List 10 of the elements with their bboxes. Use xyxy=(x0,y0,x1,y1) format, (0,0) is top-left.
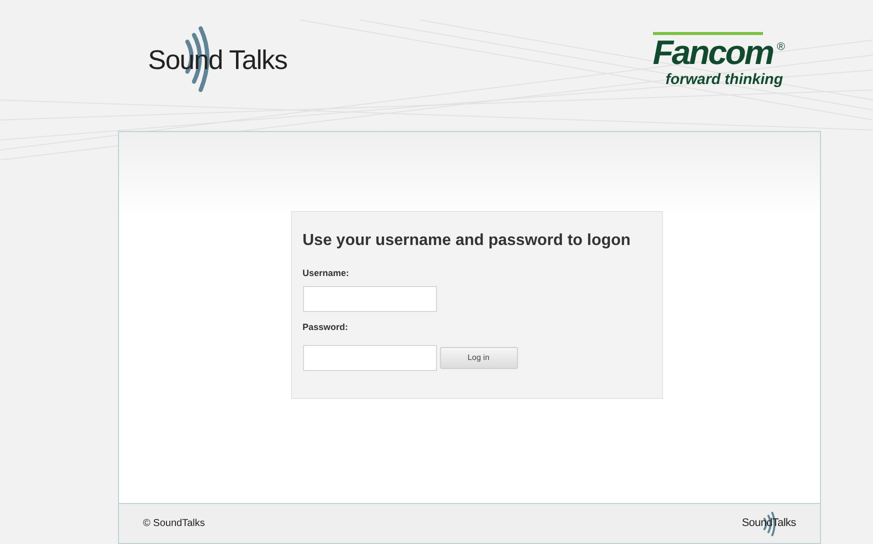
copyright-text: © SoundTalks xyxy=(143,517,205,531)
input-field[interactable] xyxy=(302,286,436,312)
field-label: Username: xyxy=(302,267,350,280)
field-label: Password: xyxy=(302,320,350,334)
input-field[interactable] xyxy=(302,345,436,371)
logo-text: Fancom xyxy=(652,35,773,71)
login-title: Use your username and password to logon xyxy=(302,231,632,251)
logo-tagline: forward thinking xyxy=(666,70,783,90)
registered-mark: ® xyxy=(776,40,785,55)
login-button[interactable]: Log in xyxy=(440,347,518,369)
